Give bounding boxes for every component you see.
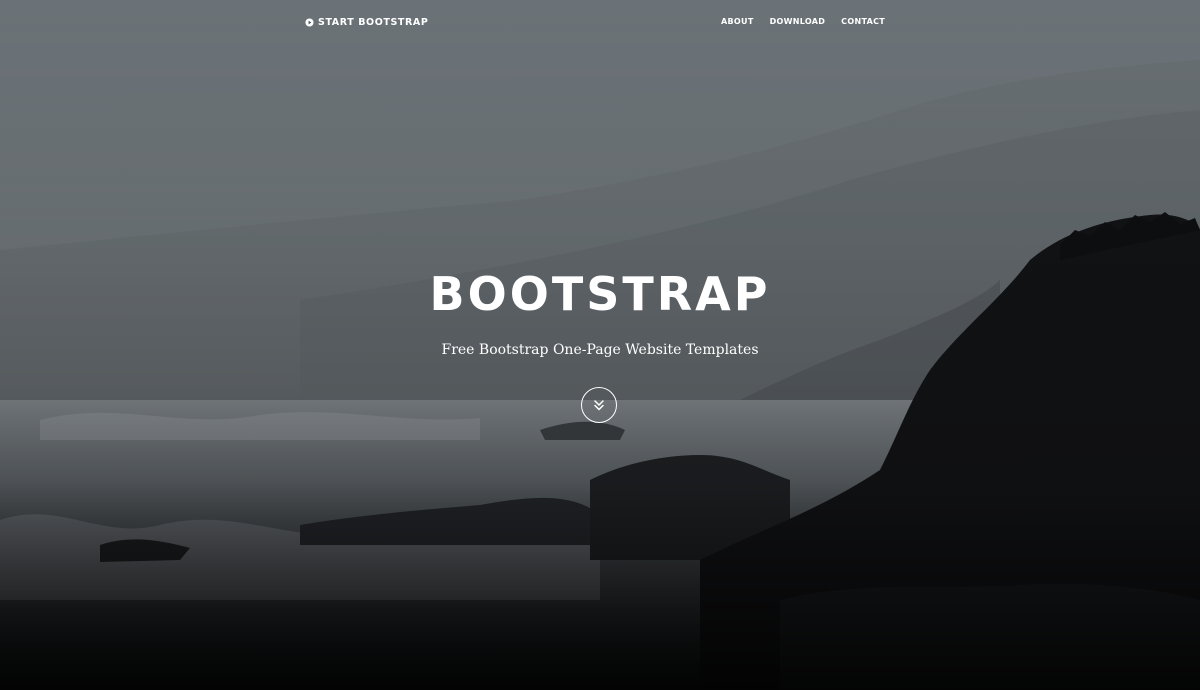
nav-link-download[interactable]: DOWNLOAD xyxy=(770,15,826,29)
nav-link-about[interactable]: ABOUT xyxy=(721,15,754,29)
nav-links: ABOUT DOWNLOAD CONTACT xyxy=(721,15,885,29)
page: START BOOTSTRAP ABOUT DOWNLOAD CONTACT B… xyxy=(0,0,1200,690)
play-circle-icon xyxy=(305,17,314,27)
navbar: START BOOTSTRAP ABOUT DOWNLOAD CONTACT xyxy=(0,0,1200,44)
page-title: BOOTSTRAP xyxy=(429,267,771,321)
nav-link-contact[interactable]: CONTACT xyxy=(841,15,885,29)
intro-section: BOOTSTRAP Free Bootstrap One-Page Websit… xyxy=(0,262,1200,360)
brand-link[interactable]: START BOOTSTRAP xyxy=(305,15,428,29)
brand-label: START BOOTSTRAP xyxy=(318,16,429,28)
intro-subheading: Free Bootstrap One-Page Website Template… xyxy=(441,342,759,358)
double-chevron-down-icon xyxy=(594,400,604,411)
scroll-down-button[interactable] xyxy=(581,387,617,423)
